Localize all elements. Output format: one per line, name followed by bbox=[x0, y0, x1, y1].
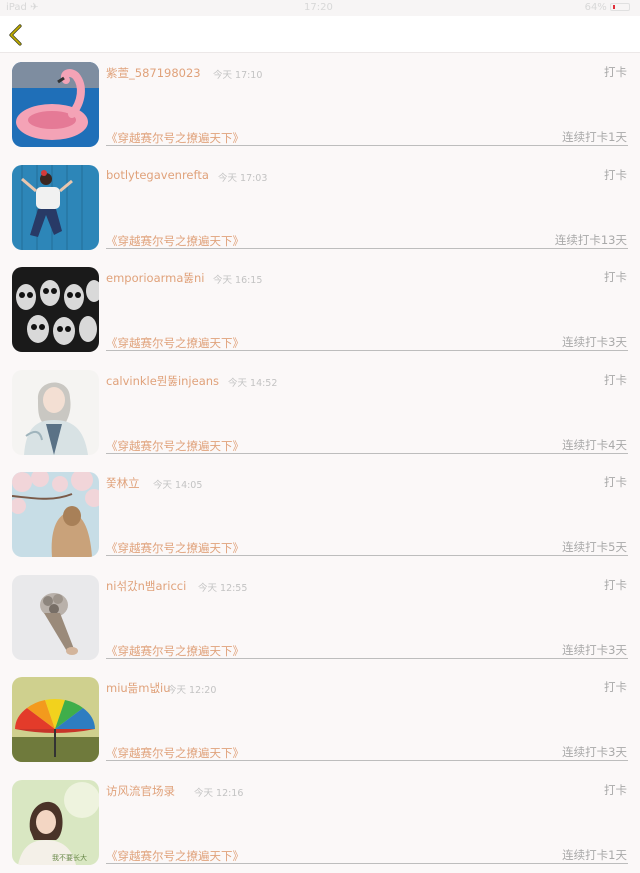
book-title[interactable]: 《穿越赛尔号之撩遍天下》 bbox=[106, 745, 244, 761]
username[interactable]: botlytegavenrefta bbox=[106, 168, 209, 182]
battery-icon bbox=[610, 3, 630, 11]
post-time: 今天 17:03 bbox=[218, 170, 267, 184]
checkin-label: 打卡 bbox=[604, 577, 627, 593]
navigation-bar bbox=[0, 16, 640, 53]
flamingo-float-photo bbox=[12, 62, 99, 147]
username[interactable]: ni섞갔n뱀aricci bbox=[106, 578, 186, 594]
divider bbox=[106, 453, 628, 454]
rainbow-umbrella-photo bbox=[12, 677, 99, 762]
status-bar: iPad ✈ 17:20 64% bbox=[0, 0, 640, 16]
post-time: 今天 14:05 bbox=[153, 477, 202, 491]
checkin-streak: 连续打卡1天 bbox=[562, 847, 627, 863]
username[interactable]: 쫓林立 bbox=[106, 475, 140, 491]
book-title[interactable]: 《穿越赛尔号之撩遍天下》 bbox=[106, 540, 244, 556]
user-avatar[interactable] bbox=[12, 165, 99, 250]
checkin-streak: 连续打卡13天 bbox=[555, 232, 627, 248]
feed-item[interactable]: emporioarma뚫ni 今天 16:15 打卡 《穿越赛尔号之撩遍天下》 … bbox=[0, 258, 640, 361]
divider bbox=[106, 658, 628, 659]
feed-item[interactable]: 쫓林立 今天 14:05 打卡 《穿越赛尔号之撩遍天下》 连续打卡5天 bbox=[0, 463, 640, 566]
post-time: 今天 17:10 bbox=[213, 67, 262, 81]
feed-item[interactable]: botlytegavenrefta 今天 17:03 打卡 《穿越赛尔号之撩遍天… bbox=[0, 156, 640, 259]
flower-bouquet-photo bbox=[12, 575, 99, 660]
username[interactable]: 访风流官场录 bbox=[106, 783, 175, 799]
divider bbox=[106, 863, 628, 864]
checkin-streak: 连续打卡3天 bbox=[562, 334, 627, 350]
user-avatar[interactable]: 我不要长大 bbox=[12, 780, 99, 865]
username[interactable]: miu뜲m냆iu bbox=[106, 680, 171, 696]
checkin-streak: 连续打卡3天 bbox=[562, 642, 627, 658]
book-title[interactable]: 《穿越赛尔号之撩遍天下》 bbox=[106, 335, 244, 351]
checkin-label: 打卡 bbox=[604, 782, 627, 798]
user-avatar[interactable] bbox=[12, 472, 99, 557]
post-time: 今天 14:52 bbox=[228, 375, 277, 389]
user-avatar[interactable] bbox=[12, 267, 99, 352]
checkin-label: 打卡 bbox=[604, 679, 627, 695]
user-avatar[interactable] bbox=[12, 575, 99, 660]
girl-cherry-blossoms-photo bbox=[12, 472, 99, 557]
clock: 17:20 bbox=[304, 2, 333, 13]
battery-percent: 64% bbox=[585, 2, 607, 13]
post-time: 今天 12:55 bbox=[198, 580, 247, 594]
username[interactable]: 紫萱_587198023 bbox=[106, 65, 201, 81]
checkin-label: 打卡 bbox=[604, 64, 627, 80]
divider bbox=[106, 145, 628, 146]
feed-item[interactable]: 我不要长大 访风流官场录 今天 12:16 打卡 《穿越赛尔号之撩遍天下》 连续… bbox=[0, 771, 640, 873]
divider bbox=[106, 248, 628, 249]
checkin-streak: 连续打卡4天 bbox=[562, 437, 627, 453]
post-time: 今天 12:16 bbox=[194, 785, 243, 799]
user-avatar[interactable] bbox=[12, 370, 99, 455]
book-title[interactable]: 《穿越赛尔号之撩遍天下》 bbox=[106, 438, 244, 454]
book-title[interactable]: 《穿越赛尔号之撩遍天下》 bbox=[106, 233, 244, 249]
back-button[interactable] bbox=[6, 23, 28, 47]
user-avatar[interactable] bbox=[12, 677, 99, 762]
checkin-label: 打卡 bbox=[604, 167, 627, 183]
book-title[interactable]: 《穿越赛尔号之撩遍天下》 bbox=[106, 130, 244, 146]
girl-against-blue-wall-photo bbox=[12, 165, 99, 250]
book-title[interactable]: 《穿越赛尔号之撩遍天下》 bbox=[106, 848, 244, 864]
feed-item[interactable]: calvinkle뭔뚫injeans 今天 14:52 打卡 《穿越赛尔号之撩遍… bbox=[0, 361, 640, 464]
feed-item[interactable]: miu뜲m냆iu 今天 12:20 打卡 《穿越赛尔号之撩遍天下》 连续打卡3天 bbox=[0, 668, 640, 771]
checkin-streak: 连续打卡3天 bbox=[562, 744, 627, 760]
anime-girl-illustration bbox=[12, 370, 99, 455]
checkin-label: 打卡 bbox=[604, 474, 627, 490]
battery-indicator: 64% bbox=[585, 2, 630, 13]
username[interactable]: calvinkle뭔뚫injeans bbox=[106, 373, 219, 389]
checkin-streak: 连续打卡5天 bbox=[562, 539, 627, 555]
girl-portrait-photo: 我不要长大 bbox=[12, 780, 99, 865]
post-time: 今天 16:15 bbox=[213, 272, 262, 286]
divider bbox=[106, 555, 628, 556]
username[interactable]: emporioarma뚫ni bbox=[106, 270, 204, 286]
user-avatar[interactable] bbox=[12, 62, 99, 147]
post-time: 今天 12:20 bbox=[167, 682, 216, 696]
checkin-label: 打卡 bbox=[604, 372, 627, 388]
book-title[interactable]: 《穿越赛尔号之撩遍天下》 bbox=[106, 643, 244, 659]
divider bbox=[106, 760, 628, 761]
chevron-left-icon bbox=[6, 23, 28, 47]
svg-text:我不要长大: 我不要长大 bbox=[52, 853, 87, 862]
checkin-label: 打卡 bbox=[604, 269, 627, 285]
checkin-feed: 紫萱_587198023 今天 17:10 打卡 《穿越赛尔号之撩遍天下》 连续… bbox=[0, 53, 640, 873]
feed-item[interactable]: ni섞갔n뱀aricci 今天 12:55 打卡 《穿越赛尔号之撩遍天下》 连续… bbox=[0, 566, 640, 669]
checkin-streak: 连续打卡1天 bbox=[562, 129, 627, 145]
divider bbox=[106, 350, 628, 351]
carrier-label: iPad ✈ bbox=[6, 2, 38, 13]
skull-masks-crowd-photo bbox=[12, 267, 99, 352]
feed-item[interactable]: 紫萱_587198023 今天 17:10 打卡 《穿越赛尔号之撩遍天下》 连续… bbox=[0, 53, 640, 156]
